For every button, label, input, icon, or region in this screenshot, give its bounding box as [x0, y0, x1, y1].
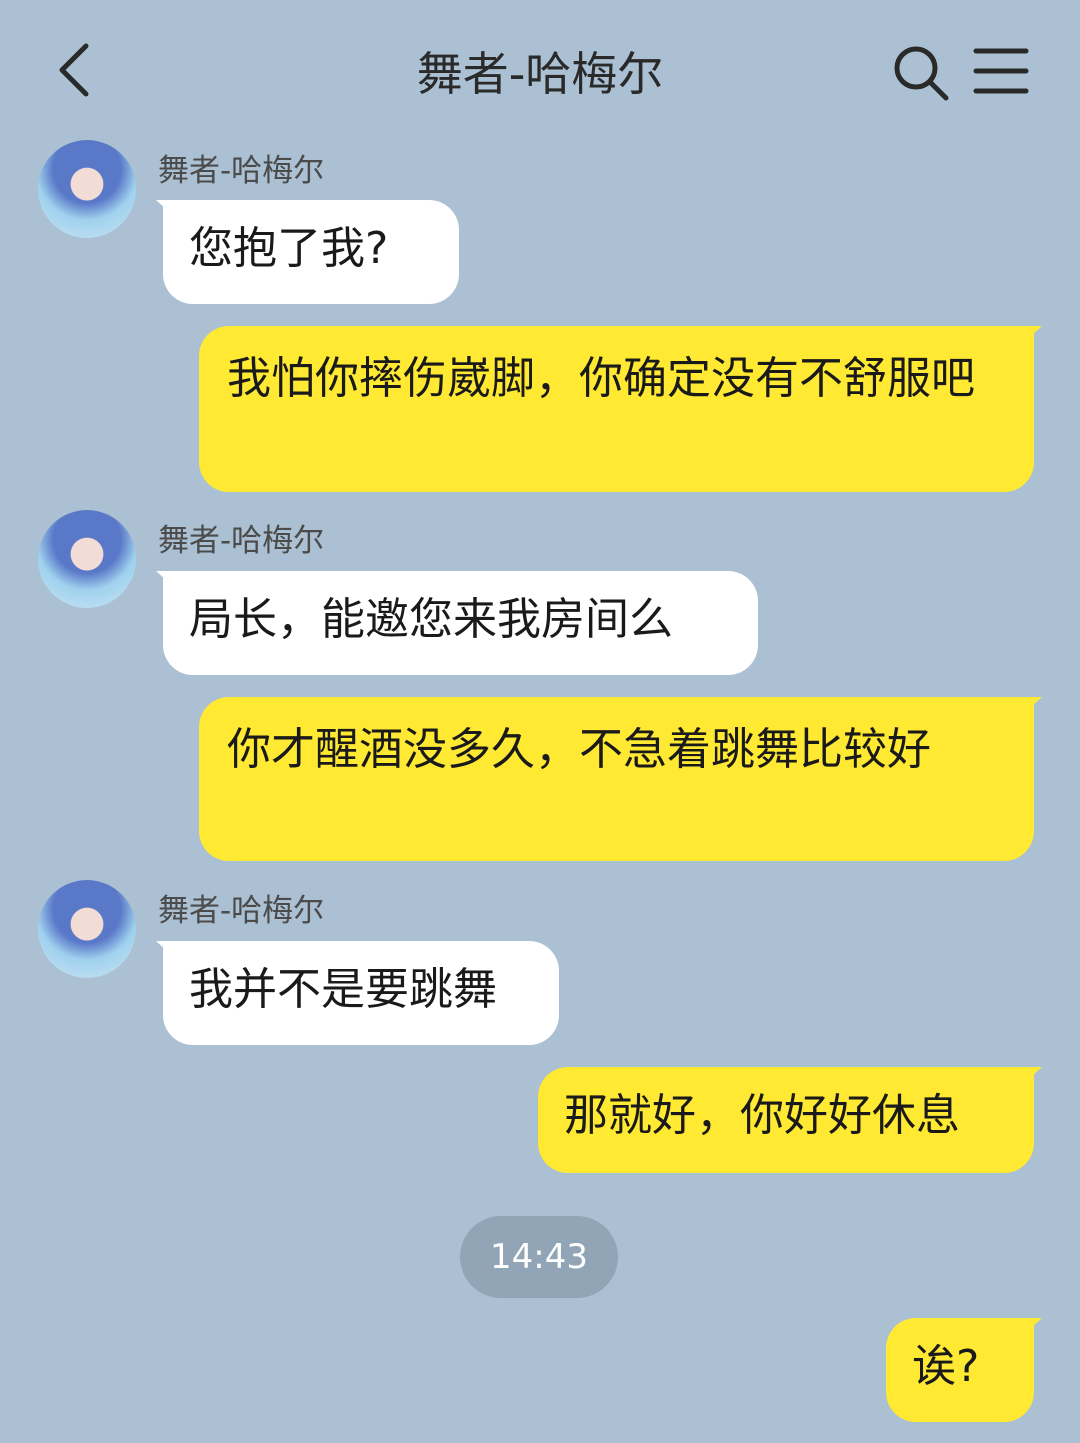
incoming-message-bubble[interactable]: 您抱了我?: [163, 200, 459, 304]
sender-name: 舞者-哈梅尔: [158, 523, 325, 559]
outgoing-message-bubble[interactable]: 诶?: [886, 1318, 1034, 1422]
menu-button[interactable]: [972, 46, 1030, 96]
outgoing-message-bubble[interactable]: 我怕你摔伤崴脚，你确定没有不舒服吧: [199, 326, 1034, 492]
avatar[interactable]: [38, 880, 136, 978]
search-icon: [894, 46, 949, 101]
search-button[interactable]: [892, 44, 950, 102]
avatar[interactable]: [38, 140, 136, 238]
incoming-message-bubble[interactable]: 局长，能邀您来我房间么: [163, 571, 758, 675]
avatar[interactable]: [38, 510, 136, 608]
sender-name: 舞者-哈梅尔: [158, 893, 325, 929]
outgoing-message-bubble[interactable]: 那就好，你好好休息: [538, 1067, 1034, 1173]
timestamp-pill: 14:43: [460, 1216, 618, 1298]
chat-header: 舞者-哈梅尔: [0, 0, 1080, 140]
sender-name: 舞者-哈梅尔: [158, 153, 325, 189]
hamburger-menu-icon: [973, 48, 1029, 94]
outgoing-message-bubble[interactable]: 你才醒酒没多久，不急着跳舞比较好: [199, 697, 1034, 861]
incoming-message-bubble[interactable]: 我并不是要跳舞: [163, 941, 559, 1045]
